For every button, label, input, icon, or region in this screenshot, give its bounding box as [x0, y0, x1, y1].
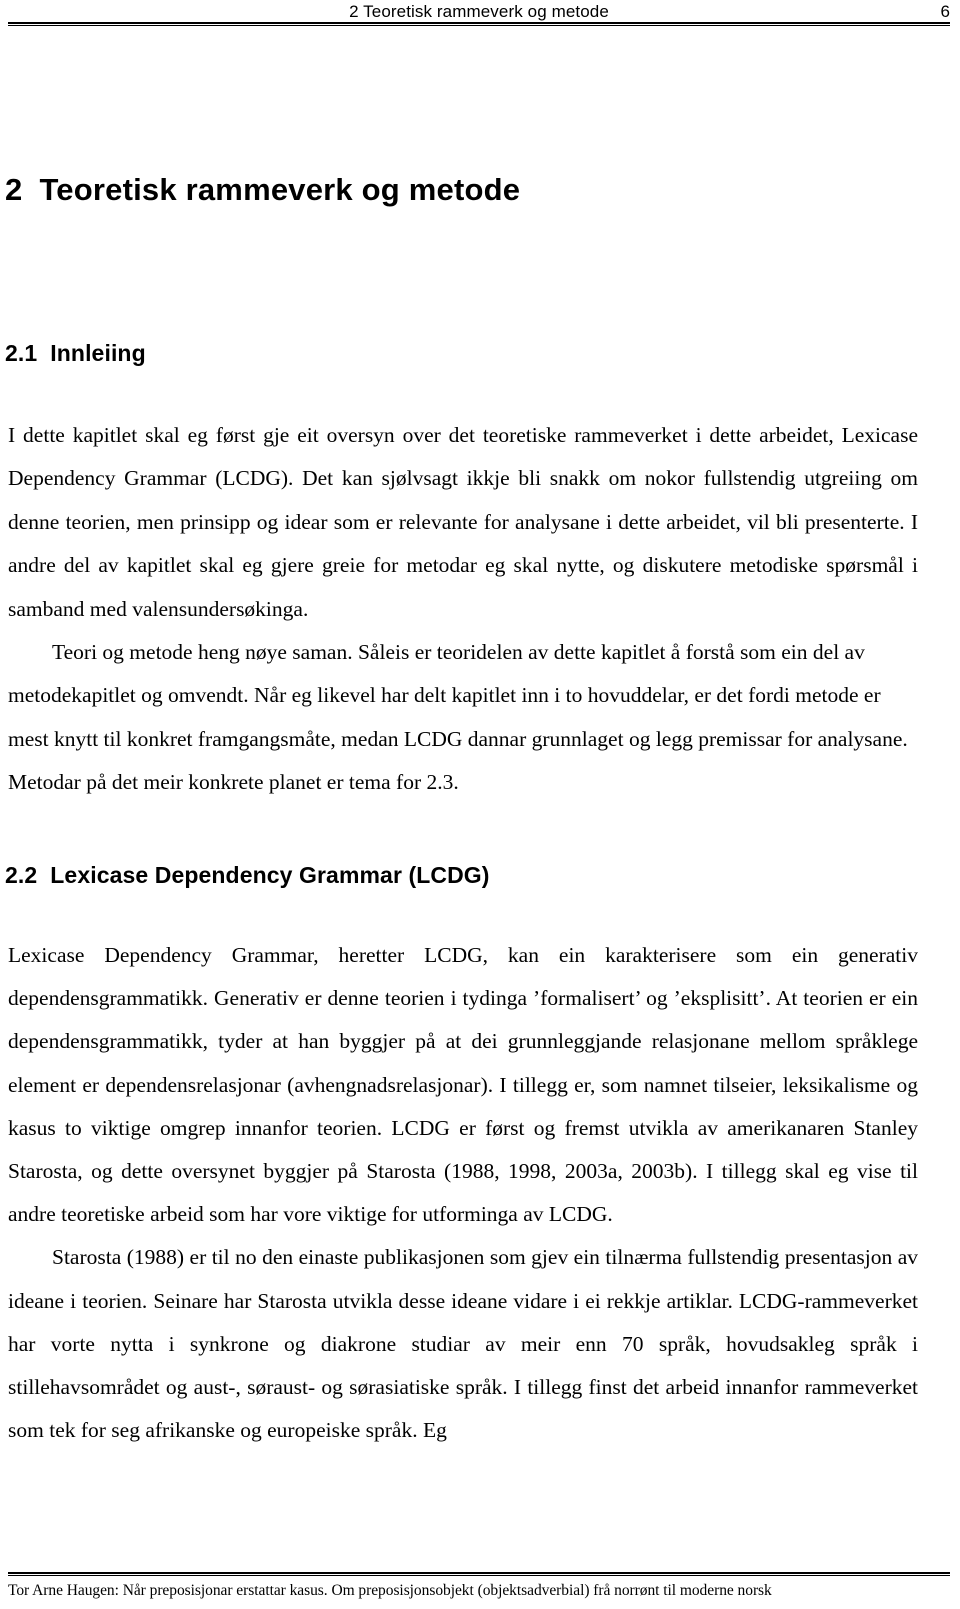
section-title-2-2: Lexicase Dependency Grammar (LCDG) [50, 862, 490, 888]
footer-rule [8, 1572, 950, 1576]
chapter-heading: 2 Teoretisk rammeverk og metode [5, 172, 520, 208]
page-number: 6 [940, 2, 950, 21]
page-footer: Tor Arne Haugen: Når preposisjonar ersta… [8, 1572, 950, 1601]
paragraph: Teori og metode heng nøye saman. Såleis … [8, 640, 908, 795]
footer-citation: Tor Arne Haugen: Når preposisjonar ersta… [8, 1582, 772, 1599]
chapter-number: 2 [5, 172, 23, 207]
section-title-2-1: Innleiing [50, 340, 146, 366]
header-rule [8, 22, 950, 26]
paragraph: I dette kapitlet skal eg først gje eit o… [8, 423, 918, 621]
section-heading-2-2: 2.2 Lexicase Dependency Grammar (LCDG) [5, 862, 490, 889]
chapter-title-text: Teoretisk rammeverk og metode [39, 172, 521, 207]
paragraph: Starosta (1988) er til no den einaste pu… [8, 1245, 918, 1443]
section-2-1-body: I dette kapitlet skal eg først gje eit o… [8, 414, 918, 805]
section-number-2-2: 2.2 [5, 862, 38, 888]
section-number-2-1: 2.1 [5, 340, 38, 366]
paragraph: Lexicase Dependency Grammar, heretter LC… [8, 943, 918, 1227]
running-header-title: 2 Teoretisk rammeverk og metode [349, 2, 609, 21]
section-2-2-body: Lexicase Dependency Grammar, heretter LC… [8, 934, 918, 1452]
section-heading-2-1: 2.1 Innleiing [5, 340, 146, 367]
document-page: 2 Teoretisk rammeverk og metode 6 2 Teore… [0, 0, 960, 1609]
